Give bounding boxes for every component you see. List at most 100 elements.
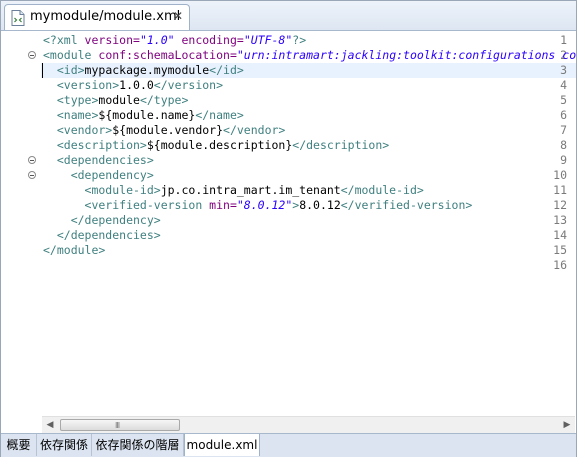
line-code: </dependency> (43, 213, 161, 228)
code-token: </description> (292, 138, 390, 152)
code-token: conf:schemaLocation= (98, 48, 237, 62)
fold-toggle-icon[interactable] (28, 171, 36, 179)
horizontal-scrollbar[interactable]: ◀ III ▶ (42, 416, 575, 434)
close-icon[interactable]: ✕ (173, 9, 183, 23)
line-code: <id>mypackage.mymodule</id> (43, 63, 244, 78)
code-line[interactable]: 6 <name>${module.name}</name> (1, 108, 576, 123)
code-line[interactable]: 3 <id>mypackage.mymodule</id> (1, 63, 576, 78)
tab-dependencies[interactable]: 依存関係 (37, 434, 92, 456)
xml-file-icon (11, 10, 25, 26)
line-code: </module> (43, 243, 105, 258)
line-code: <?xml version="1.0" encoding="UTF-8"?> (43, 33, 306, 48)
line-number: 8 (560, 138, 567, 152)
editor-tab-title: mymodule/module.xml (30, 9, 181, 24)
code-token: <module (43, 48, 99, 62)
code-editor[interactable]: 1 <?xml version="1.0" encoding="UTF-8"?> 2… (1, 31, 576, 415)
bottom-tab-bar: 概要 依存関係 依存関係の階層 module.xml (1, 433, 576, 457)
line-number: 10 (553, 168, 567, 182)
code-token: "1.0" (139, 33, 175, 47)
line-number: 16 (553, 258, 567, 272)
code-token: <dependencies> (43, 153, 154, 167)
code-line[interactable]: 11 <module-id>jp.co.intra_mart.im_tenant… (1, 183, 576, 198)
code-token: ?> (292, 33, 307, 47)
code-line[interactable]: 10 <dependency> (1, 168, 576, 183)
editor-tab-module-xml[interactable]: mymodule/module.xml ✕ (4, 4, 190, 30)
line-code: <module-id>jp.co.intra_mart.im_tenant</m… (43, 183, 424, 198)
fold-toggle-icon[interactable] (28, 156, 36, 164)
line-code: <version>1.0.0</version> (43, 78, 223, 93)
code-token: </module-id> (340, 183, 424, 197)
code-line[interactable]: 16 (1, 258, 576, 273)
line-number: 12 (553, 198, 567, 212)
code-token: <dependency> (43, 168, 154, 182)
code-token: </type> (139, 93, 189, 107)
line-code: <module conf:schemaLocation="urn:intrama… (43, 48, 576, 63)
tab-module-xml[interactable]: module.xml (184, 434, 260, 456)
code-line[interactable]: 15 </module> (1, 243, 576, 258)
code-line[interactable]: 7 <vendor>${module.vendor}</vendor> (1, 123, 576, 138)
line-code: <name>${module.name}</name> (43, 108, 244, 123)
code-line[interactable]: 2 <module conf:schemaLocation="urn:intram… (1, 48, 576, 63)
code-token: "8.0.12" (236, 198, 293, 212)
line-number: 11 (553, 183, 567, 197)
code-line[interactable]: 5 <type>module</type> (1, 93, 576, 108)
code-token: encoding= (174, 33, 244, 47)
xml-editor-window: mymodule/module.xml ✕ 1 <?xml version="1.… (0, 0, 577, 457)
code-token: </dependencies> (43, 228, 161, 242)
text-caret (42, 63, 43, 78)
line-code: </dependencies> (43, 228, 161, 243)
scrollbar-thumb[interactable]: III (60, 419, 180, 431)
code-token: </id> (209, 63, 244, 77)
code-token: 8.0.12 (299, 198, 341, 212)
line-number: 15 (553, 243, 567, 257)
code-token: <id> (43, 63, 85, 77)
editor-tab-bar: mymodule/module.xml ✕ (1, 1, 576, 31)
line-number: 14 (553, 228, 567, 242)
line-number: 4 (560, 78, 567, 92)
line-number: 13 (553, 213, 567, 227)
code-line[interactable]: 13 </dependency> (1, 213, 576, 228)
scrollbar-grip-icon: III (115, 421, 120, 430)
line-code: <description>${module.description}</desc… (43, 138, 389, 153)
code-token: module (98, 93, 140, 107)
scroll-right-icon[interactable]: ▶ (559, 418, 575, 433)
code-token: mypackage.mymodule (84, 63, 210, 77)
code-token: version= (84, 33, 140, 47)
code-token: "urn:intramart:jackling:toolkit:configur… (236, 48, 576, 62)
code-line[interactable]: 12 <verified-version min="8.0.12">8.0.12… (1, 198, 576, 213)
line-code: <dependencies> (43, 153, 154, 168)
code-token: <vendor> (43, 123, 113, 137)
line-code: <type>module</type> (43, 93, 189, 108)
line-number: 7 (560, 123, 567, 137)
code-line[interactable]: 9 <dependencies> (1, 153, 576, 168)
line-number: 5 (560, 93, 567, 107)
code-line[interactable]: 4 <version>1.0.0</version> (1, 78, 576, 93)
code-token: "UTF-8" (243, 33, 293, 47)
line-code: <dependency> (43, 168, 154, 183)
line-code: <verified-version min="8.0.12">8.0.12</v… (43, 198, 473, 213)
line-number: 6 (560, 108, 567, 122)
code-token: </version> (153, 78, 224, 92)
code-line[interactable]: 1 <?xml version="1.0" encoding="UTF-8"?> (1, 33, 576, 48)
code-token: <name> (43, 108, 99, 122)
code-line[interactable]: 8 <description>${module.description}</de… (1, 138, 576, 153)
code-token: min= (209, 198, 237, 212)
code-token: </name> (195, 108, 244, 122)
code-token: jp.co.intra_mart.im_tenant (160, 183, 341, 197)
code-token: </vendor> (223, 123, 286, 137)
code-token: <type> (43, 93, 99, 107)
tab-overview[interactable]: 概要 (1, 434, 37, 456)
tab-dependency-hierarchy[interactable]: 依存関係の階層 (92, 434, 184, 456)
line-number: 1 (560, 33, 567, 47)
fold-toggle-icon[interactable] (28, 51, 36, 59)
line-code: <vendor>${module.vendor}</vendor> (43, 123, 286, 138)
code-line[interactable]: 14 </dependencies> (1, 228, 576, 243)
line-number: 9 (560, 153, 567, 167)
code-token: </verified-version> (340, 198, 473, 212)
code-token: <verified-version (43, 198, 210, 212)
scroll-left-icon[interactable]: ◀ (42, 418, 58, 433)
code-token: ${module.description} (146, 138, 293, 152)
code-token: </module> (43, 243, 106, 257)
code-token: </dependency> (43, 213, 161, 227)
code-token: <version> (43, 78, 120, 92)
